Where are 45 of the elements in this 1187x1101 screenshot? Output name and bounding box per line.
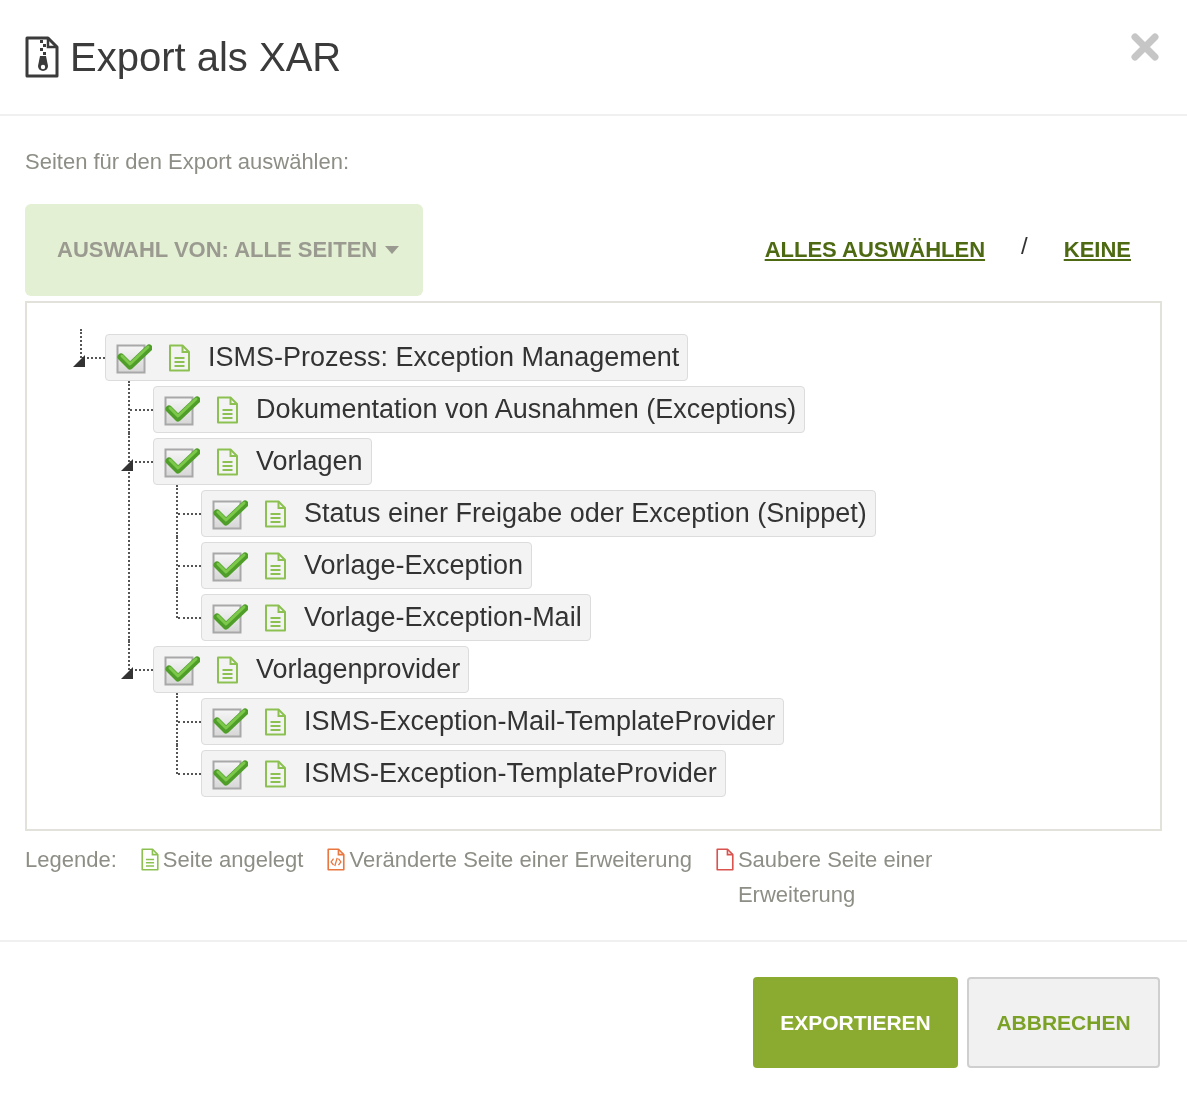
checkbox[interactable] xyxy=(212,549,248,582)
legend-text: Seite angelegt xyxy=(162,846,304,874)
separator-text: / xyxy=(1021,232,1028,260)
legend-text: Veränderte Seite einer Erweiterung xyxy=(349,846,692,874)
checkbox[interactable] xyxy=(212,705,248,738)
document-icon xyxy=(216,395,239,424)
document-icon xyxy=(216,655,239,684)
code-file-icon xyxy=(327,848,346,871)
legend-text: Saubere Seite einer Erweiterung xyxy=(737,846,934,909)
document-icon xyxy=(264,499,287,528)
tree-node[interactable]: ISMS-Prozess: Exception Management xyxy=(105,334,689,381)
tree-node[interactable]: ISMS-Exception-Mail-TemplateProvider xyxy=(201,698,785,745)
zip-file-icon xyxy=(25,36,59,78)
tree-node[interactable]: ISMS-Exception-TemplateProvider xyxy=(201,750,726,797)
document-icon xyxy=(264,707,287,736)
document-icon xyxy=(168,343,191,372)
checkbox[interactable] xyxy=(212,601,248,634)
dialog-title: Export als XAR xyxy=(70,34,342,80)
tree-node[interactable]: Dokumentation von Ausnahmen (Exceptions) xyxy=(153,386,806,433)
tree-node[interactable]: Vorlage-Exception xyxy=(201,542,533,589)
checkbox[interactable] xyxy=(212,757,248,790)
instruction-text: Seiten für den Export auswählen: xyxy=(25,148,351,176)
legend-label: Legende: xyxy=(25,846,117,874)
caret-icon[interactable] xyxy=(121,458,133,471)
tree-node[interactable]: Vorlagenprovider xyxy=(153,646,470,693)
checkbox[interactable] xyxy=(212,497,248,530)
document-icon xyxy=(264,603,287,632)
tree-node[interactable]: Vorlage-Exception-Mail xyxy=(201,594,591,641)
tree-node[interactable]: Status einer Freigabe oder Exception (Snippet) xyxy=(201,490,876,537)
document-icon xyxy=(264,759,287,788)
checkbox[interactable] xyxy=(164,445,200,478)
page-icon xyxy=(715,848,734,871)
checkbox[interactable] xyxy=(116,341,152,374)
caret-icon[interactable] xyxy=(121,666,133,679)
select-none-link[interactable]: KEINE xyxy=(1063,237,1131,263)
document-icon xyxy=(216,447,239,476)
caret-icon[interactable] xyxy=(73,354,85,367)
document-icon xyxy=(264,551,287,580)
caret-icon xyxy=(385,246,400,254)
document-icon xyxy=(140,848,159,871)
close-icon[interactable] xyxy=(1130,32,1160,62)
select-all-link[interactable]: ALLES AUSWÄHLEN xyxy=(764,237,986,263)
tree-node[interactable]: Vorlagen xyxy=(153,438,372,485)
checkbox[interactable] xyxy=(164,393,200,426)
checkbox[interactable] xyxy=(164,653,200,686)
